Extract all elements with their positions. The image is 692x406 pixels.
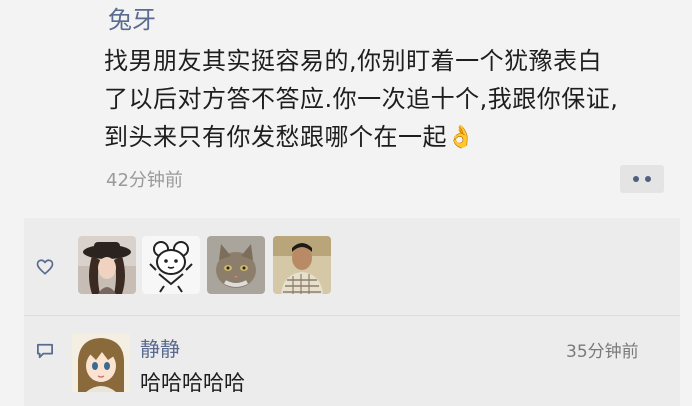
- cat-photo-icon: [207, 236, 265, 294]
- ok-hand-emoji-icon: 👌: [447, 125, 475, 150]
- post-text-line: 了以后对方答不答应.你一次追十个,我跟你保证,: [104, 85, 619, 113]
- post-text-line: 找男朋友其实挺容易的,你别盯着一个犹豫表白: [104, 47, 603, 75]
- dot-icon: [645, 176, 651, 182]
- dot-icon: [633, 176, 639, 182]
- heart-icon: [36, 259, 54, 275]
- cartoon-mouse-icon: [142, 236, 200, 294]
- author-avatar[interactable]: [14, 0, 88, 50]
- post-timestamp: 42分钟前: [106, 170, 183, 191]
- post-text-line: 到头来只有你发愁跟哪个在一起👌: [104, 118, 684, 157]
- commenter-name[interactable]: 静静: [140, 333, 180, 362]
- post-author-name[interactable]: 兔牙: [108, 5, 156, 35]
- comment-timestamp: 35分钟前: [566, 342, 639, 362]
- liker-avatar[interactable]: [142, 236, 200, 294]
- more-options-button[interactable]: [620, 165, 664, 193]
- comment-text[interactable]: 哈哈哈哈哈: [140, 367, 245, 397]
- commenter-avatar[interactable]: [72, 334, 130, 392]
- panel-divider: [24, 315, 680, 316]
- liker-avatar[interactable]: [207, 236, 265, 294]
- moments-post: 兔牙 找男朋友其实挺容易的,你别盯着一个犹豫表白 了以后对方答不答应.你一次追十…: [0, 0, 692, 406]
- anime-girl-icon: [72, 334, 130, 392]
- liker-avatar[interactable]: [78, 236, 136, 294]
- comment-icon: [37, 343, 53, 359]
- woman-hat-icon: [78, 236, 136, 294]
- post-text-line-content: 到头来只有你发愁跟哪个在一起: [104, 123, 447, 151]
- man-portrait-icon: [273, 236, 331, 294]
- post-text: 找男朋友其实挺容易的,你别盯着一个犹豫表白 了以后对方答不答应.你一次追十个,我…: [104, 42, 684, 157]
- liker-avatar[interactable]: [273, 236, 331, 294]
